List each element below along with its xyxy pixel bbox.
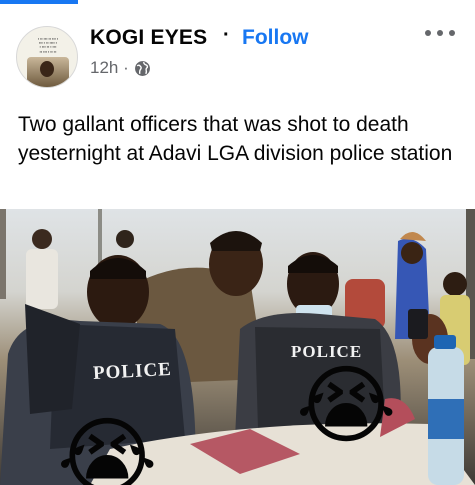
post-header: ▪ ▪▪ ▪▪▪ ▪▪ ▪▪▪ ▪ ▪▪▪ ▪ ▪▪ ▪▪▪▪ ▪ ▪ ▪▪▪ ▪▪… — [0, 14, 475, 88]
vest-label-left: POLICE — [92, 358, 173, 385]
more-dot — [449, 30, 455, 36]
avatar-face — [40, 61, 54, 77]
globe-icon — [134, 60, 150, 76]
top-accent-bar — [0, 0, 78, 4]
page-name[interactable]: KOGI EYES — [90, 26, 207, 50]
post-photo[interactable]: POLICE POLICE 😭 😭 — [0, 209, 475, 485]
crying-emoji-right: 😭 — [296, 358, 397, 454]
header-separator: · — [223, 24, 230, 46]
more-options-icon[interactable] — [425, 22, 455, 44]
avatar-logo-lettering: ▪ ▪▪ ▪▪▪ ▪▪ ▪▪▪ ▪ ▪▪▪ ▪ ▪▪ ▪▪▪▪ ▪ ▪ ▪▪▪ ▪▪… — [37, 37, 59, 54]
crying-emoji-left: 😭 — [57, 410, 158, 485]
post-time[interactable]: 12h · — [90, 58, 129, 78]
follow-button[interactable]: Follow — [242, 26, 309, 50]
more-dot — [425, 30, 431, 36]
more-dot — [437, 30, 443, 36]
post-text: Two gallant officers that was shot to de… — [18, 113, 453, 165]
post-meta: 12h · — [90, 58, 151, 78]
page-avatar[interactable]: ▪ ▪▪ ▪▪▪ ▪▪ ▪▪▪ ▪ ▪▪▪ ▪ ▪▪ ▪▪▪▪ ▪ ▪ ▪▪▪ ▪▪… — [16, 26, 78, 88]
